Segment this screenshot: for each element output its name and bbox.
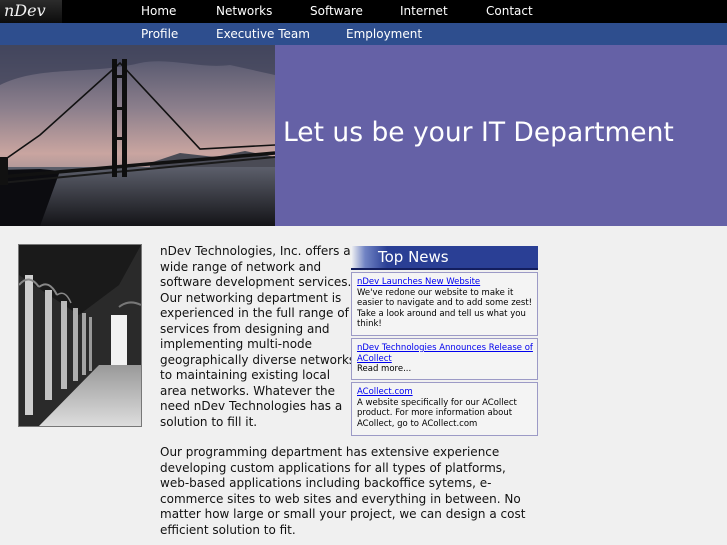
nav-internet[interactable]: Internet <box>400 4 448 18</box>
hero-banner: Let us be your IT Department <box>275 45 727 226</box>
nav-profile[interactable]: Profile <box>141 27 178 41</box>
top-news-title: Top News <box>378 248 449 266</box>
news-item: nDev Technologies Announces Release of A… <box>351 338 538 380</box>
news-body: A website specifically for our ACollect … <box>357 397 517 429</box>
nav-executive-team[interactable]: Executive Team <box>216 27 310 41</box>
news-link[interactable]: nDev Launches New Website <box>357 277 534 288</box>
bridge-illustration <box>0 45 275 226</box>
nav-home[interactable]: Home <box>141 4 176 18</box>
ndev-logo[interactable]: nDev <box>0 0 62 23</box>
nav-networks[interactable]: Networks <box>216 4 272 18</box>
sub-nav-bar: Profile Executive Team Employment <box>0 23 727 45</box>
news-item: ACollect.com A website specifically for … <box>351 382 538 436</box>
news-link[interactable]: ACollect.com <box>357 387 534 398</box>
hero-tagline: Let us be your IT Department <box>283 117 674 148</box>
nav-software[interactable]: Software <box>310 4 363 18</box>
news-body: We've redone our website to make it easi… <box>357 287 533 330</box>
golden-gate-bridge-photo <box>0 45 275 226</box>
top-news-box: Top News nDev Launches New Website We've… <box>351 246 538 436</box>
nav-contact[interactable]: Contact <box>486 4 533 18</box>
news-item: nDev Launches New Website We've redone o… <box>351 272 538 336</box>
news-body: Read more... <box>357 364 412 374</box>
programming-paragraph: Our programming department has extensive… <box>160 445 526 537</box>
top-news-header: Top News <box>351 246 538 270</box>
nav-employment[interactable]: Employment <box>346 27 422 41</box>
news-link[interactable]: nDev Technologies Announces Release of A… <box>357 343 534 364</box>
colonnade-photo <box>18 244 142 427</box>
top-nav-bar: nDev Home Networks Software Internet Con… <box>0 0 727 23</box>
corridor-illustration <box>19 245 141 426</box>
intro-paragraph: nDev Technologies, Inc. offers a wide ra… <box>160 244 356 429</box>
